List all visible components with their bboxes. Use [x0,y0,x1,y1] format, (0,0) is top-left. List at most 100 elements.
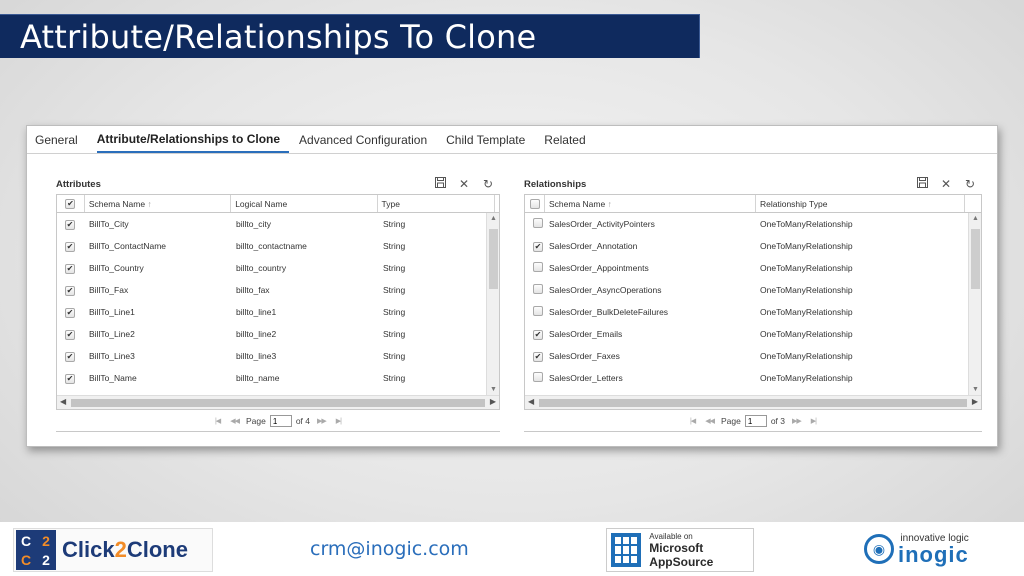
page-number-input[interactable] [269,415,292,427]
vertical-scrollbar[interactable]: ▲ ▼ [486,213,499,395]
relationships-rows: SalesOrder_ActivityPointers OneToManyRela… [525,213,981,395]
table-row[interactable]: SalesOrder_BulkDeleteFailures OneToManyRe… [525,301,981,323]
column-header-logical-name[interactable]: Logical Name [231,195,378,212]
slide-footer: C2 C2 Click2Clone crm@inogic.com Availab… [0,522,1024,576]
column-header-relationship-type[interactable]: Relationship Type [756,195,965,212]
refresh-icon[interactable]: ↻ [482,177,494,191]
attributes-pager: |◀ ◀◀ Page of 4 ▶▶ ▶| [56,410,500,432]
sort-ascending-icon: ↑ [147,198,152,209]
tab-general[interactable]: General [35,133,87,153]
row-checkbox[interactable]: ✔ [533,351,543,362]
row-checkbox[interactable] [533,262,543,272]
horizontal-scrollbar[interactable]: ◀ ▶ [57,395,499,409]
logical-name-cell: billto_country [236,263,287,273]
table-row[interactable]: ✔ SalesOrder_Emails OneToManyRelationship [525,323,981,345]
type-cell: String [383,351,406,361]
first-page-icon[interactable]: |◀ [215,417,221,425]
column-header-schema-name[interactable]: Schema Name ↑ [545,195,756,212]
column-header-type[interactable]: Type [378,195,495,212]
tab-attribute-relationships[interactable]: Attribute/Relationships to Clone [96,132,290,153]
logical-name-cell: billto_contactname [236,241,307,251]
slide-title: Attribute/Relationships To Clone [0,14,700,58]
scroll-up-icon[interactable]: ▲ [487,215,499,222]
table-row[interactable]: ✔ BillTo_ContactName billto_contactname Str… [57,235,499,257]
row-checkbox[interactable]: ✔ [65,219,75,230]
last-page-icon[interactable]: ▶| [811,417,817,425]
schema-name-cell: BillTo_Fax [89,285,129,295]
appsource-icon [611,533,642,567]
logical-name-cell: billto_city [236,219,271,229]
refresh-icon[interactable]: ↻ [964,177,976,191]
scroll-up-icon[interactable]: ▲ [969,215,981,222]
attributes-panel: Attributes ✕ ↻ ✔ Schema Name ↑ Logical N… [56,174,500,432]
table-row[interactable]: ✔ BillTo_Line1 billto_line1 String [57,301,499,323]
table-row[interactable]: ✔ SalesOrder_Annotation OneToManyRelations… [525,235,981,257]
relationships-panel: Relationships ✕ ↻ Schema Name ↑ Relation… [524,174,982,432]
row-checkbox[interactable] [533,218,543,228]
relationship-type-cell: OneToManyRelationship [760,241,853,251]
row-checkbox[interactable]: ✔ [533,241,543,252]
table-row[interactable]: ✔ BillTo_Country billto_country String [57,257,499,279]
table-row[interactable]: SalesOrder_Letters OneToManyRelationship [525,367,981,389]
scroll-right-icon[interactable]: ▶ [972,397,978,406]
table-row[interactable]: ✔ BillTo_Line2 billto_line2 String [57,323,499,345]
schema-name-cell: SalesOrder_BulkDeleteFailures [549,307,669,317]
previous-page-icon[interactable]: ◀◀ [230,417,240,425]
table-row[interactable]: ✔ SalesOrder_Faxes OneToManyRelationship [525,345,981,367]
row-checkbox[interactable] [533,284,543,294]
type-cell: String [383,307,406,317]
row-checkbox[interactable]: ✔ [65,241,75,252]
tab-child-template[interactable]: Child Template [446,133,534,153]
scroll-down-icon[interactable]: ▼ [969,386,981,393]
row-checkbox[interactable]: ✔ [65,263,75,274]
row-checkbox[interactable]: ✔ [65,307,75,318]
first-page-icon[interactable]: |◀ [690,417,696,425]
row-checkbox[interactable] [533,306,543,316]
vertical-scrollbar[interactable]: ▲ ▼ [968,213,981,395]
close-icon[interactable]: ✕ [458,177,470,191]
horizontal-scrollbar[interactable]: ◀ ▶ [525,395,981,409]
tab-advanced-configuration[interactable]: Advanced Configuration [299,133,436,153]
scroll-left-icon[interactable]: ◀ [60,397,66,406]
table-row[interactable]: ✔ BillTo_Fax billto_fax String [57,279,499,301]
attributes-title: Attributes [56,178,101,190]
schema-name-cell: SalesOrder_ActivityPointers [549,219,655,229]
relationships-pager: |◀ ◀◀ Page of 3 ▶▶ ▶| [524,410,982,432]
scroll-right-icon[interactable]: ▶ [490,397,496,406]
save-icon[interactable] [916,177,928,191]
table-row[interactable]: ✔ BillTo_Line3 billto_line3 String [57,345,499,367]
save-icon[interactable] [434,177,446,191]
table-row[interactable]: ✔ BillTo_City billto_city String [57,213,499,235]
schema-name-cell: BillTo_City [89,219,129,229]
last-page-icon[interactable]: ▶| [336,417,342,425]
table-row[interactable]: ✔ BillTo_Name billto_name String [57,367,499,389]
row-checkbox[interactable]: ✔ [533,329,543,340]
schema-name-cell: SalesOrder_Faxes [549,351,620,361]
page-number-input[interactable] [744,415,767,427]
scroll-down-icon[interactable]: ▼ [487,386,499,393]
contact-email[interactable]: crm@inogic.com [310,538,469,560]
row-checkbox[interactable] [533,372,543,382]
click2clone-mark-icon: C2 C2 [16,530,56,570]
tab-related[interactable]: Related [544,133,594,153]
previous-page-icon[interactable]: ◀◀ [705,417,715,425]
table-row[interactable]: SalesOrder_Appointments OneToManyRelation… [525,257,981,279]
logical-name-cell: billto_name [236,373,280,383]
row-checkbox[interactable]: ✔ [65,329,75,340]
next-page-icon[interactable]: ▶▶ [792,417,802,425]
row-checkbox[interactable]: ✔ [65,351,75,362]
attributes-grid: ✔ Schema Name ↑ Logical Name Type ✔ BillT… [56,194,500,410]
column-header-schema-name[interactable]: Schema Name ↑ [85,195,232,212]
row-checkbox[interactable]: ✔ [65,285,75,296]
relationship-type-cell: OneToManyRelationship [760,351,853,361]
scroll-left-icon[interactable]: ◀ [528,397,534,406]
table-row[interactable]: SalesOrder_ActivityPointers OneToManyRela… [525,213,981,235]
logical-name-cell: billto_line1 [236,307,277,317]
select-all-attributes-checkbox[interactable]: ✔ [65,198,76,209]
next-page-icon[interactable]: ▶▶ [317,417,327,425]
close-icon[interactable]: ✕ [940,177,952,191]
row-checkbox[interactable]: ✔ [65,373,75,384]
appsource-badge[interactable]: Available on Microsoft AppSource [606,528,754,572]
select-all-relationships-checkbox[interactable] [529,198,540,209]
table-row[interactable]: SalesOrder_AsyncOperations OneToManyRelat… [525,279,981,301]
